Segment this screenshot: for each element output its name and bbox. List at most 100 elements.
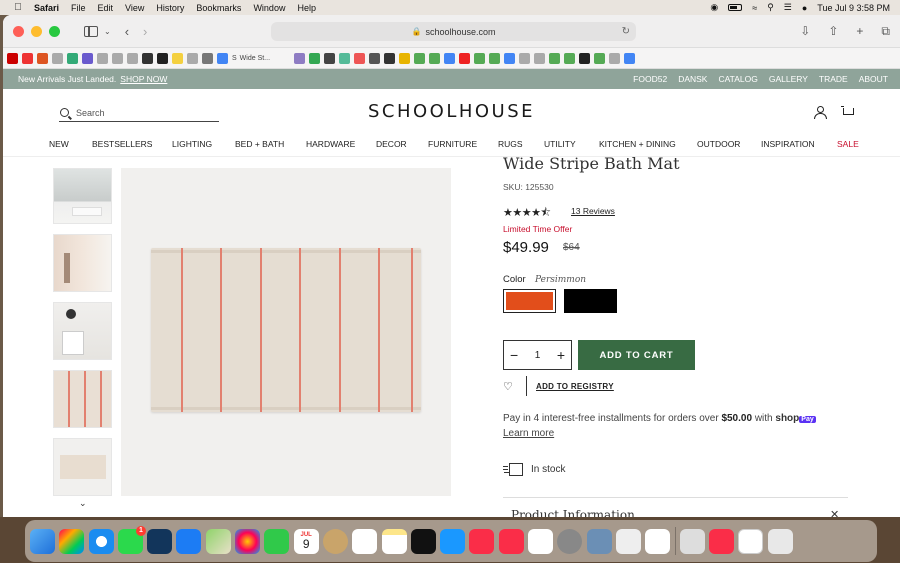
downloads-icon[interactable]: ⇩ — [800, 24, 810, 39]
cart-icon[interactable] — [841, 106, 854, 118]
clock[interactable]: Tue Jul 9 3:58 PM — [817, 3, 890, 13]
pinned-tab-icon[interactable] — [489, 52, 500, 64]
menu-edit[interactable]: Edit — [98, 3, 114, 13]
pinned-tab-icon[interactable] — [459, 52, 470, 64]
product-information-heading[interactable]: Product Information — [511, 508, 635, 517]
minimize-window-button[interactable] — [31, 25, 42, 37]
apple-menu-icon[interactable]:  — [12, 2, 24, 13]
script-editor-icon[interactable] — [615, 528, 641, 554]
preview-icon[interactable] — [586, 528, 612, 554]
sidebar-toggle-icon[interactable] — [84, 25, 98, 37]
increase-quantity-button[interactable]: + — [557, 348, 565, 362]
zoom-window-button[interactable] — [49, 25, 60, 37]
thumbnail-vanity-image[interactable] — [53, 302, 112, 360]
system-settings-icon[interactable] — [557, 528, 583, 554]
pinned-tab-icon[interactable] — [157, 52, 168, 64]
swatch-black[interactable] — [564, 289, 617, 313]
nav-item-bed-bath[interactable]: BED + BATH — [235, 139, 284, 149]
barre-studio-icon[interactable] — [645, 528, 671, 554]
utility-link-food52[interactable]: FOOD52 — [633, 74, 667, 84]
pinned-tab-icon[interactable] — [294, 52, 305, 64]
pinned-tab-icon[interactable] — [384, 52, 395, 64]
menu-window[interactable]: Window — [253, 3, 285, 13]
add-to-cart-button[interactable]: ADD TO CART — [578, 340, 695, 370]
swatch-persimmon[interactable] — [503, 289, 556, 313]
notes-icon[interactable] — [381, 528, 407, 554]
nav-item-furniture[interactable]: FURNITURE — [428, 139, 477, 149]
pinned-tab-icon[interactable] — [354, 52, 365, 64]
finder-icon[interactable] — [30, 528, 55, 554]
pinned-tab-icon[interactable] — [202, 52, 213, 64]
photos-icon[interactable] — [235, 528, 261, 554]
launchpad-icon[interactable] — [59, 528, 85, 554]
pinned-tab-icon[interactable] — [217, 52, 228, 64]
siri-icon[interactable]: ● — [802, 3, 807, 13]
music-file-icon[interactable] — [679, 528, 705, 554]
pinned-tab-icon[interactable] — [504, 52, 515, 64]
product-main-image[interactable] — [121, 168, 451, 496]
nav-item-decor[interactable]: DECOR — [376, 139, 407, 149]
nav-item-new[interactable]: NEW — [49, 139, 69, 149]
nav-item-sale[interactable]: SALE — [837, 139, 859, 149]
pinned-tab-icon[interactable] — [309, 52, 320, 64]
pinned-tab-icon[interactable] — [624, 52, 635, 64]
utility-link-dansk[interactable]: DANSK — [678, 74, 707, 84]
pinned-tab-icon[interactable] — [112, 52, 123, 64]
utility-link-catalog[interactable]: CATALOG — [718, 74, 757, 84]
share-icon[interactable]: ⇧ — [828, 24, 838, 39]
news-icon[interactable] — [498, 528, 524, 554]
tab-overview-icon[interactable]: ⧉ — [881, 24, 890, 39]
utility-link-about[interactable]: ABOUT — [859, 74, 888, 84]
control-center-icon[interactable]: ☰ — [784, 2, 792, 13]
nav-item-utility[interactable]: UTILITY — [544, 139, 576, 149]
active-tab[interactable]: S Wide St... — [232, 55, 290, 62]
battery-icon[interactable] — [728, 4, 743, 11]
pinned-tab-icon[interactable] — [429, 52, 440, 64]
menu-bookmarks[interactable]: Bookmarks — [196, 3, 241, 13]
pinned-tab-icon[interactable] — [37, 52, 48, 64]
new-tab-icon[interactable]: + — [856, 24, 863, 39]
pinned-tab-icon[interactable] — [339, 52, 350, 64]
screenshot-file-icon[interactable] — [738, 528, 764, 554]
pinned-tab-icon[interactable] — [474, 52, 485, 64]
music-file-icon[interactable] — [709, 528, 735, 554]
pinned-tab-icon[interactable] — [22, 52, 33, 64]
music-icon[interactable] — [469, 528, 495, 554]
nav-item-rugs[interactable]: RUGS — [498, 139, 523, 149]
calendar-icon[interactable]: JUL 9 — [293, 528, 319, 554]
thumbnail-shower-image[interactable] — [53, 234, 112, 292]
thumbnail-rug-flat[interactable] — [53, 438, 112, 496]
nav-item-inspiration[interactable]: INSPIRATION — [761, 139, 815, 149]
pinned-tab-icon[interactable] — [97, 52, 108, 64]
reminders-icon[interactable] — [352, 528, 378, 554]
prime-video-icon[interactable] — [440, 528, 466, 554]
pinned-tab-icon[interactable] — [52, 52, 63, 64]
pinned-tab-icon[interactable] — [414, 52, 425, 64]
nav-item-lighting[interactable]: LIGHTING — [172, 139, 212, 149]
add-to-registry-link[interactable]: ADD TO REGISTRY — [536, 382, 614, 391]
pinned-tab-icon[interactable] — [82, 52, 93, 64]
heart-icon[interactable]: ♡ — [503, 380, 513, 393]
menu-view[interactable]: View — [125, 3, 144, 13]
menu-file[interactable]: File — [71, 3, 86, 13]
safari-icon[interactable] — [88, 528, 114, 554]
menu-history[interactable]: History — [156, 3, 184, 13]
media-control-icon[interactable]: ◉ — [710, 2, 718, 13]
wifi-icon[interactable]: ≈ — [752, 3, 757, 13]
maps-icon[interactable] — [205, 528, 231, 554]
pinned-tab-icon[interactable] — [444, 52, 455, 64]
decrease-quantity-button[interactable]: − — [510, 348, 518, 362]
nav-item-kitchen-dining[interactable]: KITCHEN + DINING — [599, 139, 676, 149]
pinned-tab-icon[interactable] — [579, 52, 590, 64]
nav-item-outdoor[interactable]: OUTDOOR — [697, 139, 740, 149]
pinned-tab-icon[interactable] — [564, 52, 575, 64]
pinned-tab-icon[interactable] — [369, 52, 380, 64]
address-bar[interactable]: 🔒 schoolhouse.com ↻ — [271, 22, 636, 41]
pinned-tab-icon[interactable] — [549, 52, 560, 64]
account-icon[interactable] — [814, 106, 827, 119]
forward-button[interactable]: › — [143, 24, 147, 39]
site-logo[interactable]: SCHOOLHOUSE — [3, 101, 900, 122]
learn-more-link[interactable]: Learn more — [503, 428, 554, 439]
pinned-tab-icon[interactable] — [399, 52, 410, 64]
close-window-button[interactable] — [13, 25, 24, 37]
